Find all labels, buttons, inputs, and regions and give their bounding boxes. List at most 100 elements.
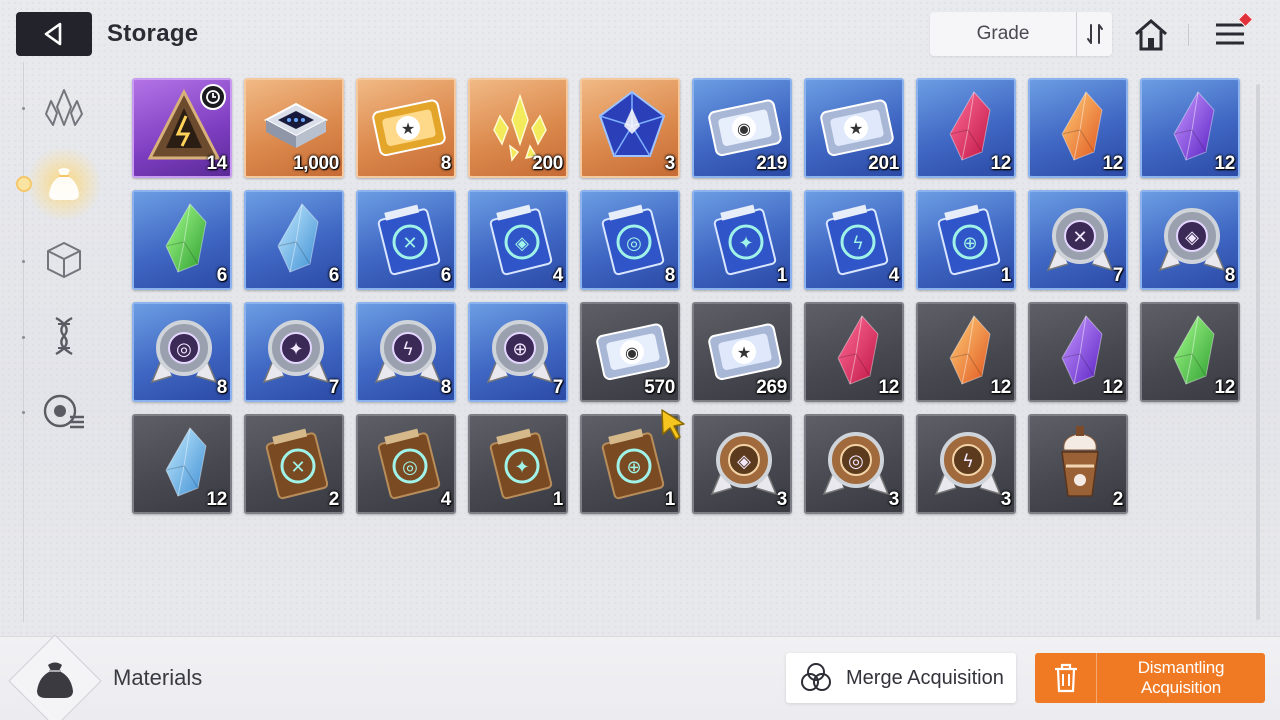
item-quantity: 12 bbox=[990, 377, 1011, 398]
eye-medal-icon: ◎ bbox=[150, 320, 218, 384]
bolt-medal-icon: ϟ bbox=[934, 432, 1002, 496]
item-slot[interactable]: 12 bbox=[916, 78, 1016, 178]
rail-dot bbox=[22, 336, 25, 339]
back-arrow-icon bbox=[44, 22, 62, 46]
item-slot[interactable]: 14 bbox=[132, 78, 232, 178]
dismantle-icon-wrap bbox=[1035, 653, 1097, 703]
item-slot[interactable]: ◎ 3 bbox=[804, 414, 904, 514]
item-slot[interactable]: ✕ 6 bbox=[356, 190, 456, 290]
grade-sort-control[interactable]: Grade bbox=[930, 12, 1112, 56]
svg-text:◈: ◈ bbox=[515, 233, 529, 254]
sidebar-tab-crystals[interactable] bbox=[40, 84, 88, 132]
svg-text:⊕: ⊕ bbox=[962, 233, 977, 254]
item-slot[interactable]: ◈ 3 bbox=[692, 414, 792, 514]
grid-scrollbar[interactable] bbox=[1256, 84, 1260, 620]
item-quantity: 219 bbox=[756, 153, 787, 174]
item-slot[interactable]: ⊕ 7 bbox=[468, 302, 568, 402]
item-slot[interactable]: 6 bbox=[132, 190, 232, 290]
item-quantity: 12 bbox=[1214, 377, 1235, 398]
item-slot[interactable]: ✦ 1 bbox=[468, 414, 568, 514]
item-slot[interactable]: ◈ 8 bbox=[1140, 190, 1240, 290]
svg-text:◎: ◎ bbox=[848, 451, 864, 472]
cyan-crystal-icon bbox=[277, 203, 319, 273]
item-slot[interactable]: ◈ 4 bbox=[468, 190, 568, 290]
item-slot[interactable]: 12 bbox=[132, 414, 232, 514]
clock-icon bbox=[200, 84, 226, 110]
item-slot[interactable]: ✦ 7 bbox=[244, 302, 344, 402]
item-slot[interactable]: ϟ3 bbox=[916, 414, 1016, 514]
svg-text:ϟ: ϟ bbox=[402, 339, 414, 360]
shield-medal-icon: ◈ bbox=[1158, 208, 1226, 272]
dismantling-acquisition-label: Dismantling Acquisition bbox=[1137, 658, 1225, 697]
item-slot[interactable]: ★ 8 bbox=[356, 78, 456, 178]
item-slot[interactable]: ◎ 8 bbox=[132, 302, 232, 402]
item-slot[interactable]: 12 bbox=[1140, 302, 1240, 402]
item-slot[interactable]: ⊕ 1 bbox=[916, 190, 1016, 290]
item-quantity: 1 bbox=[776, 265, 788, 286]
rail-dot bbox=[22, 411, 25, 414]
item-slot[interactable]: 2 bbox=[1028, 414, 1128, 514]
svg-text:⊕: ⊕ bbox=[512, 339, 527, 360]
item-slot[interactable]: ◉ 570 bbox=[580, 302, 680, 402]
item-slot[interactable]: 12 bbox=[1028, 302, 1128, 402]
sidebar-tab-cubes[interactable] bbox=[40, 236, 88, 284]
item-slot[interactable]: ★ 269 bbox=[692, 302, 792, 402]
item-quantity: 12 bbox=[1102, 153, 1123, 174]
sidebar-rail bbox=[23, 62, 24, 622]
shield-medal-icon: ◈ bbox=[710, 432, 778, 496]
mouse-cursor-icon bbox=[661, 409, 685, 440]
cube-icon bbox=[47, 242, 81, 278]
item-quantity: 7 bbox=[552, 377, 564, 398]
page-title: Storage bbox=[107, 20, 199, 47]
sort-order-button[interactable] bbox=[1076, 12, 1112, 56]
item-slot[interactable]: 200 bbox=[468, 78, 568, 178]
item-slot[interactable]: 12 bbox=[1140, 78, 1240, 178]
merge-acquisition-button[interactable]: Merge Acquisition bbox=[786, 653, 1016, 703]
item-slot[interactable]: 12 bbox=[916, 302, 1016, 402]
merge-icon-wrap bbox=[786, 653, 846, 703]
item-slot[interactable]: 1,000 bbox=[244, 78, 344, 178]
back-button[interactable] bbox=[16, 12, 92, 56]
crystal-cluster-icon bbox=[45, 89, 83, 126]
target-list-icon bbox=[43, 394, 84, 429]
item-quantity: 4 bbox=[888, 265, 900, 286]
item-slot[interactable]: ◉ 219 bbox=[692, 78, 792, 178]
item-quantity: 1 bbox=[552, 489, 564, 510]
item-slot[interactable]: ϟ8 bbox=[356, 302, 456, 402]
item-quantity: 3 bbox=[888, 489, 900, 510]
frappe-drink-icon bbox=[1061, 426, 1099, 497]
wing-manual-icon: ✦ bbox=[713, 204, 777, 276]
item-slot[interactable]: ✕ 7 bbox=[1028, 190, 1128, 290]
sidebar-tab-materials[interactable] bbox=[26, 146, 102, 222]
item-quantity: 7 bbox=[1112, 265, 1124, 286]
green-crystal-icon bbox=[165, 203, 207, 273]
item-slot[interactable]: ◎ 4 bbox=[356, 414, 456, 514]
item-slot[interactable]: 12 bbox=[1028, 78, 1128, 178]
rail-dot bbox=[22, 260, 25, 263]
grade-sort-label[interactable]: Grade bbox=[930, 23, 1076, 45]
svg-text:✦: ✦ bbox=[738, 233, 753, 254]
home-button[interactable] bbox=[1130, 16, 1172, 54]
item-quantity: 4 bbox=[552, 265, 564, 286]
item-slot[interactable]: 6 bbox=[244, 190, 344, 290]
item-slot[interactable]: ϟ4 bbox=[804, 190, 904, 290]
dismantling-acquisition-button[interactable]: Dismantling Acquisition bbox=[1035, 653, 1265, 703]
gold-ticket-icon: ★ bbox=[372, 99, 446, 157]
item-slot[interactable]: 12 bbox=[804, 302, 904, 402]
shield-manual-icon: ◈ bbox=[489, 204, 553, 276]
eye-manual-icon: ◎ bbox=[601, 204, 665, 276]
sidebar-tab-targets[interactable] bbox=[40, 388, 88, 436]
trash-can-icon bbox=[1054, 663, 1077, 693]
svg-text:◉: ◉ bbox=[625, 343, 639, 362]
eye-medal-icon: ◎ bbox=[822, 432, 890, 496]
item-slot[interactable]: ✕ 2 bbox=[244, 414, 344, 514]
item-slot[interactable]: ◎ 8 bbox=[580, 190, 680, 290]
item-quantity: 8 bbox=[1224, 265, 1236, 286]
item-slot[interactable]: ✦ 1 bbox=[692, 190, 792, 290]
eye-manual-icon: ◎ bbox=[377, 428, 441, 500]
item-slot[interactable]: ★ 201 bbox=[804, 78, 904, 178]
item-slot[interactable]: 3 bbox=[580, 78, 680, 178]
swords-medal-icon: ✕ bbox=[1046, 208, 1114, 272]
svg-text:ϟ: ϟ bbox=[962, 451, 974, 472]
sidebar-tab-genes[interactable] bbox=[40, 312, 88, 360]
